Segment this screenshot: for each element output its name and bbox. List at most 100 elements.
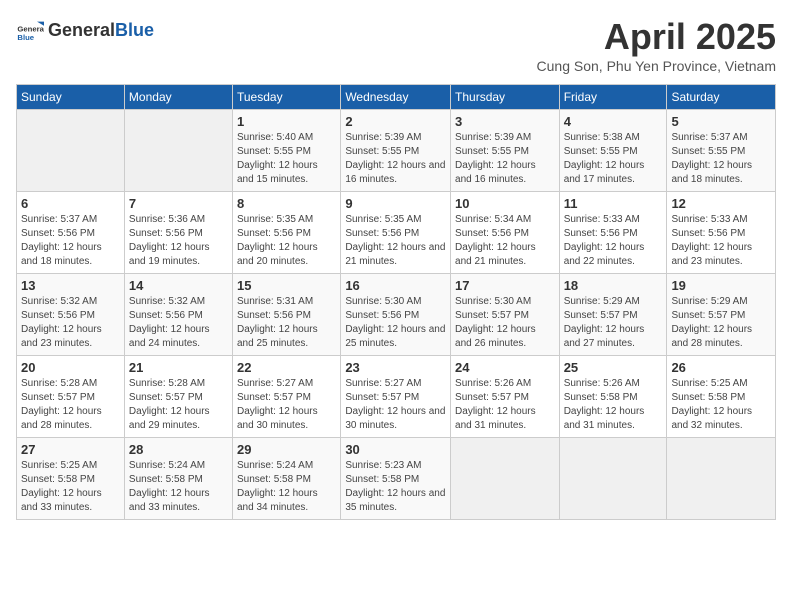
day-number: 10: [455, 196, 555, 211]
day-info: Sunrise: 5:25 AM Sunset: 5:58 PM Dayligh…: [671, 377, 771, 433]
day-number: 28: [129, 442, 228, 457]
calendar-cell: 5Sunrise: 5:37 AM Sunset: 5:55 PM Daylig…: [667, 110, 776, 192]
calendar-cell: 27 Sunrise: 5:25 AM Sunset: 5:58 PM Dayli…: [17, 438, 125, 520]
day-number: 3: [455, 114, 555, 129]
day-number: 29: [237, 442, 336, 457]
calendar-cell: 3 Sunrise: 5:39 AM Sunset: 5:55 PM Daylig…: [451, 110, 560, 192]
day-number: 27: [21, 442, 120, 457]
calendar-cell: 13Sunrise: 5:32 AM Sunset: 5:56 PM Dayli…: [17, 274, 125, 356]
day-info: Sunrise: 5:39 AM Sunset: 5:55 PM Dayligh…: [455, 131, 555, 187]
calendar-week-row: 13Sunrise: 5:32 AM Sunset: 5:56 PM Dayli…: [17, 274, 776, 356]
calendar-cell: 16 Sunrise: 5:30 AM Sunset: 5:56 PM Dayli…: [341, 274, 451, 356]
day-info: Sunrise: 5:26 AM Sunset: 5:58 PM Dayligh…: [564, 377, 663, 433]
calendar-cell: 6 Sunrise: 5:37 AM Sunset: 5:56 PM Daylig…: [17, 192, 125, 274]
page-header: General Blue GeneralBlue April 2025 Cung…: [16, 16, 776, 74]
day-info: Sunrise: 5:39 AM Sunset: 5:55 PM Dayligh…: [345, 131, 446, 187]
calendar-cell: 24 Sunrise: 5:26 AM Sunset: 5:57 PM Dayli…: [451, 356, 560, 438]
day-number: 6: [21, 196, 120, 211]
day-info: Sunrise: 5:29 AM Sunset: 5:57 PM Dayligh…: [671, 295, 771, 351]
calendar-cell: [451, 438, 560, 520]
day-info: Sunrise: 5:37 AM Sunset: 5:56 PM Dayligh…: [21, 213, 120, 269]
day-info: Sunrise: 5:25 AM Sunset: 5:58 PM Dayligh…: [21, 459, 120, 515]
day-number: 22: [237, 360, 336, 375]
day-number: 25: [564, 360, 663, 375]
weekday-header: Thursday: [451, 85, 560, 110]
day-info: Sunrise: 5:27 AM Sunset: 5:57 PM Dayligh…: [237, 377, 336, 433]
svg-text:General: General: [17, 24, 44, 33]
day-number: 7: [129, 196, 228, 211]
calendar-header-row: SundayMondayTuesdayWednesdayThursdayFrid…: [17, 85, 776, 110]
day-info: Sunrise: 5:34 AM Sunset: 5:56 PM Dayligh…: [455, 213, 555, 269]
logo-icon: General Blue: [16, 16, 44, 44]
calendar-cell: 2 Sunrise: 5:39 AM Sunset: 5:55 PM Daylig…: [341, 110, 451, 192]
calendar-cell: 17 Sunrise: 5:30 AM Sunset: 5:57 PM Dayli…: [451, 274, 560, 356]
logo: General Blue GeneralBlue: [16, 16, 154, 44]
logo-general: General: [48, 20, 115, 40]
logo-blue: Blue: [115, 20, 154, 40]
calendar-cell: 21Sunrise: 5:28 AM Sunset: 5:57 PM Dayli…: [124, 356, 232, 438]
day-number: 18: [564, 278, 663, 293]
calendar-cell: 18 Sunrise: 5:29 AM Sunset: 5:57 PM Dayli…: [559, 274, 667, 356]
day-number: 26: [671, 360, 771, 375]
calendar-cell: 26 Sunrise: 5:25 AM Sunset: 5:58 PM Dayli…: [667, 356, 776, 438]
day-info: Sunrise: 5:35 AM Sunset: 5:56 PM Dayligh…: [237, 213, 336, 269]
calendar-cell: 30 Sunrise: 5:23 AM Sunset: 5:58 PM Dayli…: [341, 438, 451, 520]
calendar-cell: 8 Sunrise: 5:35 AM Sunset: 5:56 PM Daylig…: [233, 192, 341, 274]
day-info: Sunrise: 5:37 AM Sunset: 5:55 PM Dayligh…: [671, 131, 771, 187]
calendar-cell: 23 Sunrise: 5:27 AM Sunset: 5:57 PM Dayli…: [341, 356, 451, 438]
day-number: 1: [237, 114, 336, 129]
day-info: Sunrise: 5:24 AM Sunset: 5:58 PM Dayligh…: [237, 459, 336, 515]
day-number: 20: [21, 360, 120, 375]
calendar-cell: [17, 110, 125, 192]
day-number: 17: [455, 278, 555, 293]
day-number: 9: [345, 196, 446, 211]
calendar-cell: 25 Sunrise: 5:26 AM Sunset: 5:58 PM Dayli…: [559, 356, 667, 438]
calendar-cell: 15 Sunrise: 5:31 AM Sunset: 5:56 PM Dayli…: [233, 274, 341, 356]
day-info: Sunrise: 5:28 AM Sunset: 5:57 PM Dayligh…: [21, 377, 120, 433]
weekday-header: Wednesday: [341, 85, 451, 110]
calendar-cell: 11 Sunrise: 5:33 AM Sunset: 5:56 PM Dayli…: [559, 192, 667, 274]
day-number: 2: [345, 114, 446, 129]
calendar-table: SundayMondayTuesdayWednesdayThursdayFrid…: [16, 84, 776, 520]
day-number: 24: [455, 360, 555, 375]
calendar-cell: 9Sunrise: 5:35 AM Sunset: 5:56 PM Daylig…: [341, 192, 451, 274]
weekday-header: Friday: [559, 85, 667, 110]
calendar-cell: 4Sunrise: 5:38 AM Sunset: 5:55 PM Daylig…: [559, 110, 667, 192]
day-number: 16: [345, 278, 446, 293]
calendar-cell: 7 Sunrise: 5:36 AM Sunset: 5:56 PM Daylig…: [124, 192, 232, 274]
day-number: 12: [671, 196, 771, 211]
calendar-cell: 20 Sunrise: 5:28 AM Sunset: 5:57 PM Dayli…: [17, 356, 125, 438]
day-info: Sunrise: 5:32 AM Sunset: 5:56 PM Dayligh…: [21, 295, 120, 351]
day-info: Sunrise: 5:36 AM Sunset: 5:56 PM Dayligh…: [129, 213, 228, 269]
day-info: Sunrise: 5:33 AM Sunset: 5:56 PM Dayligh…: [671, 213, 771, 269]
day-info: Sunrise: 5:33 AM Sunset: 5:56 PM Dayligh…: [564, 213, 663, 269]
calendar-cell: 22 Sunrise: 5:27 AM Sunset: 5:57 PM Dayli…: [233, 356, 341, 438]
day-number: 30: [345, 442, 446, 457]
calendar-week-row: 27 Sunrise: 5:25 AM Sunset: 5:58 PM Dayli…: [17, 438, 776, 520]
day-info: Sunrise: 5:40 AM Sunset: 5:55 PM Dayligh…: [237, 131, 336, 187]
day-info: Sunrise: 5:30 AM Sunset: 5:57 PM Dayligh…: [455, 295, 555, 351]
title-area: April 2025 Cung Son, Phu Yen Province, V…: [537, 16, 776, 74]
day-info: Sunrise: 5:27 AM Sunset: 5:57 PM Dayligh…: [345, 377, 446, 433]
calendar-cell: 10 Sunrise: 5:34 AM Sunset: 5:56 PM Dayli…: [451, 192, 560, 274]
calendar-cell: 19Sunrise: 5:29 AM Sunset: 5:57 PM Dayli…: [667, 274, 776, 356]
day-info: Sunrise: 5:26 AM Sunset: 5:57 PM Dayligh…: [455, 377, 555, 433]
calendar-cell: 29 Sunrise: 5:24 AM Sunset: 5:58 PM Dayli…: [233, 438, 341, 520]
day-info: Sunrise: 5:24 AM Sunset: 5:58 PM Dayligh…: [129, 459, 228, 515]
calendar-cell: 1 Sunrise: 5:40 AM Sunset: 5:55 PM Daylig…: [233, 110, 341, 192]
day-number: 23: [345, 360, 446, 375]
day-info: Sunrise: 5:29 AM Sunset: 5:57 PM Dayligh…: [564, 295, 663, 351]
day-number: 11: [564, 196, 663, 211]
day-info: Sunrise: 5:30 AM Sunset: 5:56 PM Dayligh…: [345, 295, 446, 351]
calendar-week-row: 1 Sunrise: 5:40 AM Sunset: 5:55 PM Daylig…: [17, 110, 776, 192]
day-number: 8: [237, 196, 336, 211]
location-subtitle: Cung Son, Phu Yen Province, Vietnam: [537, 58, 776, 74]
day-number: 4: [564, 114, 663, 129]
day-info: Sunrise: 5:31 AM Sunset: 5:56 PM Dayligh…: [237, 295, 336, 351]
day-number: 15: [237, 278, 336, 293]
calendar-cell: 14Sunrise: 5:32 AM Sunset: 5:56 PM Dayli…: [124, 274, 232, 356]
calendar-cell: [559, 438, 667, 520]
day-info: Sunrise: 5:23 AM Sunset: 5:58 PM Dayligh…: [345, 459, 446, 515]
calendar-cell: [667, 438, 776, 520]
calendar-week-row: 20 Sunrise: 5:28 AM Sunset: 5:57 PM Dayli…: [17, 356, 776, 438]
